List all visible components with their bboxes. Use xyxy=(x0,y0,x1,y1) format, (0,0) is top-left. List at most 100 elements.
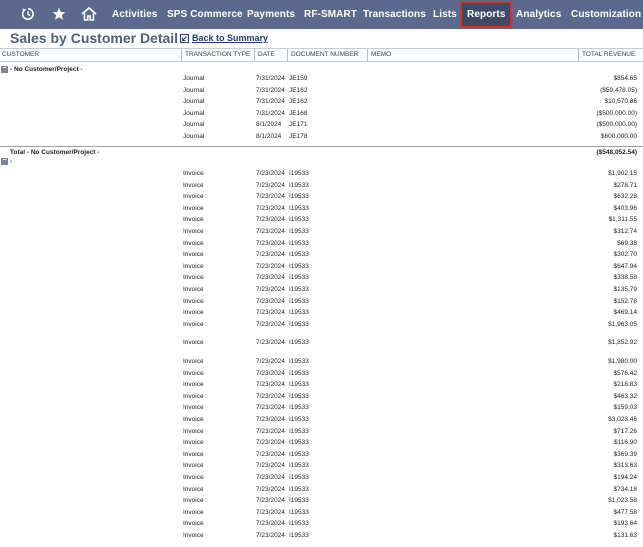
document-number-cell[interactable]: I19533 xyxy=(289,449,309,460)
table-row[interactable]: Invoice 7/23/2024 I19533 $1,311.55 xyxy=(0,214,643,225)
table-row[interactable]: Invoice 7/23/2024 I19533 $69.38 xyxy=(0,238,643,249)
document-number-cell[interactable]: JE168 xyxy=(289,108,307,119)
document-number-cell[interactable]: I19533 xyxy=(289,337,309,348)
table-row[interactable]: Invoice 7/23/2024 I19533 $463.32 xyxy=(0,391,643,402)
document-number-cell[interactable]: JE171 xyxy=(289,119,307,130)
star-icon[interactable] xyxy=(48,4,70,24)
page-title: Sales by Customer Detail xyxy=(10,30,179,46)
table-row[interactable]: Journal 8/1/2024 JE178 $600,000.00 xyxy=(0,131,643,142)
document-number-cell[interactable]: I19533 xyxy=(289,426,309,437)
document-number-cell[interactable]: I19533 xyxy=(289,168,309,179)
document-number-cell[interactable]: JE178 xyxy=(289,131,307,142)
table-row[interactable]: Invoice 7/23/2024 I19533 $194.24 xyxy=(0,472,643,483)
header-transaction-type[interactable]: TRANSACTION TYPE xyxy=(181,49,250,61)
document-number-cell[interactable]: I19533 xyxy=(289,238,309,249)
home-icon[interactable] xyxy=(78,4,100,24)
table-row[interactable]: Invoice 7/23/2024 I19533 $313.63 xyxy=(0,460,643,471)
total-revenue-cell: $69.38 xyxy=(617,239,637,247)
document-number-cell[interactable]: I19533 xyxy=(289,379,309,390)
table-row[interactable]: Journal 7/31/2024 JE162 ($59,478.05) xyxy=(0,85,643,96)
header-customer[interactable]: CUSTOMER xyxy=(2,49,39,61)
table-row[interactable]: Invoice 7/23/2024 I19533 $312.74 xyxy=(0,226,643,237)
table-row[interactable]: Invoice 7/23/2024 I19533 $3,023.46 xyxy=(0,414,643,425)
table-row[interactable]: Invoice 7/23/2024 I19533 $1,980.00 xyxy=(0,356,643,367)
table-row[interactable]: Invoice 7/23/2024 I19533 $576.42 xyxy=(0,368,643,379)
nav-customization[interactable]: Customization xyxy=(571,0,641,29)
document-number-cell[interactable]: I19533 xyxy=(289,249,309,260)
document-number-cell[interactable]: JE162 xyxy=(289,96,307,107)
table-row[interactable]: Invoice 7/23/2024 I19533 $469.14 xyxy=(0,307,643,318)
document-number-cell[interactable]: I19533 xyxy=(289,307,309,318)
table-row[interactable]: Invoice 7/23/2024 I19533 $152.78 xyxy=(0,296,643,307)
table-row[interactable]: Invoice 7/23/2024 I19533 $1,902.15 xyxy=(0,168,643,179)
document-number-cell[interactable]: I19533 xyxy=(289,518,309,529)
nav-rf-smart[interactable]: RF-SMART xyxy=(304,0,357,29)
table-row[interactable]: Invoice 7/23/2024 I19533 $717.26 xyxy=(0,426,643,437)
table-row[interactable]: Invoice 7/23/2024 I19533 $218.83 xyxy=(0,379,643,390)
document-number-cell[interactable]: I19533 xyxy=(289,203,309,214)
document-number-cell[interactable]: I19533 xyxy=(289,296,309,307)
document-number-cell[interactable]: JE162 xyxy=(289,85,307,96)
document-number-cell[interactable]: I19533 xyxy=(289,356,309,367)
header-document-number[interactable]: DOCUMENT NUMBER xyxy=(287,49,358,61)
table-row[interactable]: Invoice 7/23/2024 I19533 $116.90 xyxy=(0,437,643,448)
document-number-cell[interactable]: I19533 xyxy=(289,272,309,283)
document-number-cell[interactable]: I19533 xyxy=(289,284,309,295)
document-number-cell[interactable]: I19533 xyxy=(289,472,309,483)
table-row[interactable]: Invoice 7/23/2024 I19533 $1,852.92 xyxy=(0,337,643,348)
nav-payments[interactable]: Payments xyxy=(247,0,295,29)
document-number-cell[interactable]: I19533 xyxy=(289,495,309,506)
table-row[interactable]: Invoice 7/23/2024 I19533 $278.71 xyxy=(0,180,643,191)
nav-transactions[interactable]: Transactions xyxy=(363,0,426,29)
table-row[interactable]: Invoice 7/23/2024 I19533 $159.03 xyxy=(0,402,643,413)
table-row[interactable]: Invoice 7/23/2024 I19533 $403.96 xyxy=(0,203,643,214)
document-number-cell[interactable]: I19533 xyxy=(289,319,309,330)
document-number-cell[interactable]: JE159 xyxy=(289,73,307,84)
document-number-cell[interactable]: I19533 xyxy=(289,530,309,541)
table-row[interactable]: Invoice 7/23/2024 I19533 $632.28 xyxy=(0,191,643,202)
nav-reports[interactable]: Reports xyxy=(460,1,513,28)
document-number-cell[interactable]: I19533 xyxy=(289,437,309,448)
document-number-cell[interactable]: I19533 xyxy=(289,402,309,413)
document-number-cell[interactable]: I19533 xyxy=(289,191,309,202)
document-number-cell[interactable]: I19533 xyxy=(289,368,309,379)
transaction-type-cell: Invoice xyxy=(183,404,204,412)
table-row[interactable]: Journal 8/1/2024 JE171 ($500,000.00) xyxy=(0,119,643,130)
header-date[interactable]: DATE xyxy=(254,49,275,61)
table-row[interactable]: Journal 7/31/2024 JE162 $10,570.86 xyxy=(0,96,643,107)
table-row[interactable]: Invoice 7/23/2024 I19533 $1,023.58 xyxy=(0,495,643,506)
table-row[interactable]: Invoice 7/23/2024 I19533 $302.70 xyxy=(0,249,643,260)
table-row[interactable]: Invoice 7/23/2024 I19533 $734.18 xyxy=(0,484,643,495)
header-total-revenue[interactable]: TOTAL REVENUE xyxy=(578,49,635,61)
transaction-type-cell: Invoice xyxy=(183,339,204,347)
table-row[interactable]: Invoice 7/23/2024 I19533 $477.58 xyxy=(0,507,643,518)
nav-analytics[interactable]: Analytics xyxy=(516,0,561,29)
date-cell: 7/23/2024 xyxy=(256,450,285,458)
document-number-cell[interactable]: I19533 xyxy=(289,484,309,495)
table-row[interactable]: Invoice 7/23/2024 I19533 $1,963.05 xyxy=(0,319,643,330)
recent-records-icon[interactable] xyxy=(17,4,39,24)
nav-lists[interactable]: Lists xyxy=(433,0,457,29)
collapse-icon[interactable]: − xyxy=(1,157,8,165)
table-row[interactable]: Invoice 7/23/2024 I19533 $193.64 xyxy=(0,518,643,529)
table-row[interactable]: Invoice 7/23/2024 I19533 $131.63 xyxy=(0,530,643,541)
document-number-cell[interactable]: I19533 xyxy=(289,460,309,471)
table-row[interactable]: Invoice 7/23/2024 I19533 $338.58 xyxy=(0,272,643,283)
nav-activities[interactable]: Activities xyxy=(112,0,157,29)
table-row[interactable]: Invoice 7/23/2024 I19533 $369.39 xyxy=(0,449,643,460)
document-number-cell[interactable]: I19533 xyxy=(289,180,309,191)
collapse-icon[interactable]: − xyxy=(1,65,8,73)
table-row[interactable]: Invoice 7/23/2024 I19533 $647.94 xyxy=(0,261,643,272)
document-number-cell[interactable]: I19533 xyxy=(289,507,309,518)
table-row[interactable]: Journal 7/31/2024 JE168 ($500,000.00) xyxy=(0,108,643,119)
document-number-cell[interactable]: I19533 xyxy=(289,391,309,402)
document-number-cell[interactable]: I19533 xyxy=(289,214,309,225)
document-number-cell[interactable]: I19533 xyxy=(289,261,309,272)
nav-sps-commerce[interactable]: SPS Commerce xyxy=(167,0,243,29)
header-memo[interactable]: MEMO xyxy=(367,49,391,61)
back-to-summary-link[interactable]: Back to Summary xyxy=(180,33,268,43)
document-number-cell[interactable]: I19533 xyxy=(289,414,309,425)
table-row[interactable]: Invoice 7/23/2024 I19533 $135.79 xyxy=(0,284,643,295)
table-row[interactable]: Journal 7/31/2024 JE159 $854.65 xyxy=(0,73,643,84)
document-number-cell[interactable]: I19533 xyxy=(289,226,309,237)
